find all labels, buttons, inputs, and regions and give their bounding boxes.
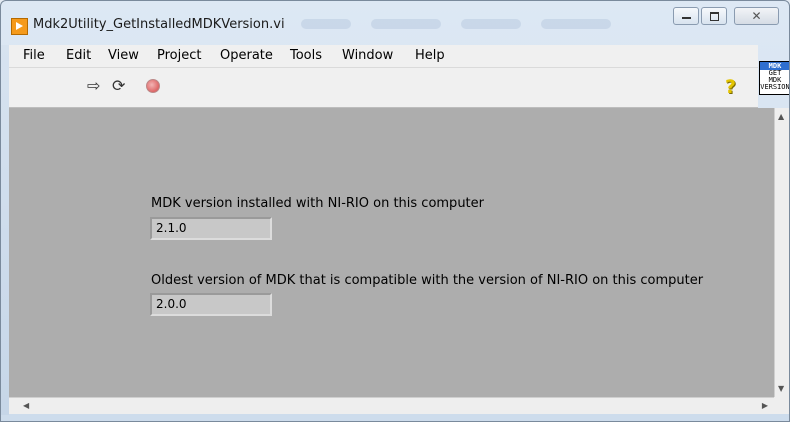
menu-help[interactable]: Help [415, 48, 445, 63]
oldest-version-indicator: 2.0.0 [150, 293, 272, 316]
window-left-border [1, 45, 9, 415]
menu-tools[interactable]: Tools [290, 48, 322, 63]
installed-version-label: MDK version installed with NI-RIO on thi… [151, 196, 484, 211]
run-arrow-icon[interactable]: ⇨ [87, 77, 100, 95]
help-icon[interactable]: ? [725, 76, 736, 98]
front-panel: MDK version installed with NI-RIO on thi… [9, 108, 774, 397]
close-icon: ✕ [751, 9, 762, 23]
scrollbar-corner [774, 397, 789, 414]
minimize-button[interactable] [673, 7, 699, 25]
abort-icon[interactable] [146, 79, 160, 93]
menu-operate[interactable]: Operate [220, 48, 273, 63]
installed-version-indicator: 2.1.0 [150, 217, 272, 240]
menu-window[interactable]: Window [342, 48, 393, 63]
vertical-scrollbar[interactable]: ▲ ▼ [774, 108, 789, 397]
vi-connector-icon[interactable]: MDK GET MDK VERSION [759, 61, 790, 95]
window-title: Mdk2Utility_GetInstalledMDKVersion.vi [33, 17, 285, 32]
scroll-right-icon[interactable]: ▶ [762, 401, 768, 410]
scroll-up-icon[interactable]: ▲ [778, 112, 784, 121]
scroll-down-icon[interactable]: ▼ [778, 384, 784, 393]
close-button[interactable]: ✕ [734, 7, 779, 25]
title-bar[interactable]: Mdk2Utility_GetInstalledMDKVersion.vi ✕ [1, 1, 789, 45]
toolbar: ⇨ ⟳ ? [9, 68, 758, 108]
menu-project[interactable]: Project [157, 48, 201, 63]
vi-window: Mdk2Utility_GetInstalledMDKVersion.vi ✕ … [0, 0, 790, 422]
menu-view[interactable]: View [108, 48, 139, 63]
horizontal-scrollbar[interactable]: ◀ ▶ [9, 397, 774, 414]
menu-edit[interactable]: Edit [66, 48, 91, 63]
run-continuously-icon[interactable]: ⟳ [112, 77, 125, 95]
maximize-button[interactable] [701, 7, 727, 25]
scroll-left-icon[interactable]: ◀ [23, 401, 29, 410]
menu-bar: File Edit View Project Operate Tools Win… [9, 45, 758, 68]
menu-file[interactable]: File [23, 48, 45, 63]
vi-icon-line-version: VERSION [760, 83, 790, 91]
oldest-version-label: Oldest version of MDK that is compatible… [151, 273, 704, 288]
labview-app-icon [11, 18, 28, 35]
